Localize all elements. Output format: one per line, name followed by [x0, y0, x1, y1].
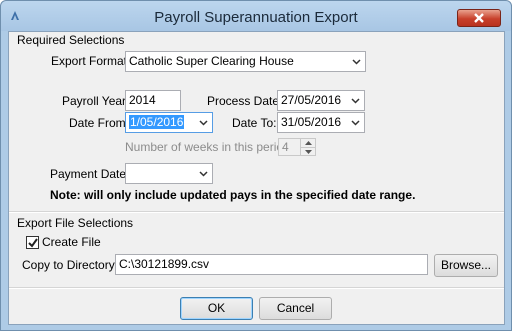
copy-to-directory-input[interactable]: C:\30121899.csv	[115, 254, 428, 275]
title-bar[interactable]: Payroll Superannuation Export	[1, 1, 511, 31]
create-file-checkbox[interactable]	[26, 236, 39, 249]
date-from-label: Date From:	[69, 116, 130, 130]
copy-to-directory-label: Copy to Directory:	[22, 258, 119, 272]
payroll-year-label: Payroll Year:	[62, 94, 130, 108]
process-date-picker[interactable]: 27/05/2016	[277, 90, 365, 111]
create-file-label[interactable]: Create File	[42, 235, 101, 249]
spin-down-button[interactable]	[301, 147, 315, 155]
weeks-label: Number of weeks in this period:	[125, 140, 294, 154]
spinner-buttons	[300, 139, 315, 155]
chevron-down-icon	[199, 171, 208, 177]
browse-button[interactable]: Browse...	[434, 254, 498, 277]
export-format-label: Export Format:	[51, 54, 131, 68]
date-from-picker[interactable]: 1/05/2016	[125, 112, 213, 133]
date-to-label: Date To:	[232, 116, 277, 130]
checkmark-icon	[28, 238, 38, 248]
buttons-divider	[9, 287, 504, 289]
close-icon	[474, 13, 484, 23]
chevron-down-icon	[352, 59, 361, 65]
close-button[interactable]	[457, 9, 501, 27]
cancel-button[interactable]: Cancel	[259, 297, 332, 320]
export-format-dropdown[interactable]: Catholic Super Clearing House	[125, 51, 366, 72]
section-divider	[9, 211, 504, 213]
required-selections-label: Required Selections	[17, 33, 125, 47]
payment-date-picker[interactable]	[125, 163, 213, 184]
process-date-value: 27/05/2016	[281, 93, 342, 107]
process-date-label: Process Date:	[207, 94, 283, 108]
spin-up-button[interactable]	[301, 139, 315, 147]
caret-down-icon	[305, 150, 312, 154]
window-title: Payroll Superannuation Export	[154, 9, 358, 26]
date-range-note: Note: will only include updated pays in …	[50, 188, 416, 202]
ok-button[interactable]: OK	[180, 297, 253, 320]
chevron-down-icon	[351, 98, 360, 104]
caret-up-icon	[305, 141, 312, 145]
payment-date-label: Payment Date:	[50, 167, 130, 181]
dialog-body: Required Selections Export Format: Catho…	[8, 31, 505, 325]
weeks-value: 4	[282, 140, 289, 154]
chevron-down-icon	[199, 120, 208, 126]
date-from-value: 1/05/2016	[129, 115, 185, 129]
date-to-value: 31/05/2016	[281, 115, 342, 129]
export-format-value: Catholic Super Clearing House	[129, 54, 294, 68]
payroll-year-input[interactable]: 2014	[125, 90, 181, 111]
chevron-down-icon	[351, 120, 360, 126]
export-file-selections-label: Export File Selections	[17, 216, 134, 230]
dialog-window: Payroll Superannuation Export Required S…	[0, 0, 512, 331]
date-to-picker[interactable]: 31/05/2016	[277, 112, 365, 133]
weeks-spinner[interactable]: 4	[278, 138, 316, 156]
